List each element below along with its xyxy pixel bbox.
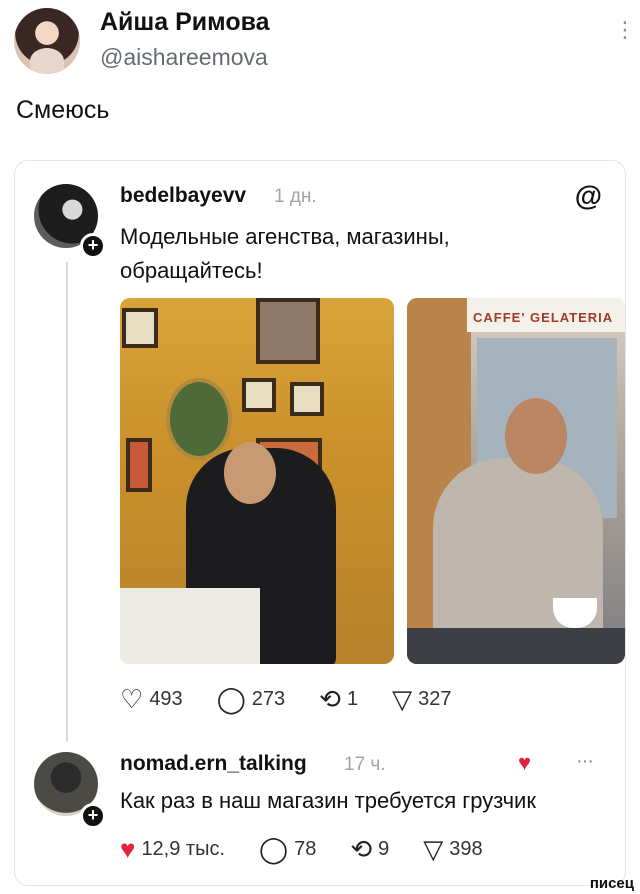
follow-plus-icon[interactable]: + (80, 803, 106, 829)
author-handle[interactable]: @aishareemova (100, 44, 268, 71)
follow-plus-icon[interactable]: + (80, 233, 106, 259)
author-liked-heart-icon: ♥ (518, 750, 532, 775)
reply-text: Как раз в наш магазин требуется грузчик (120, 788, 536, 813)
man-head (224, 442, 276, 504)
quoted-post-text: Модельные агенства, магазины, обращайтес… (120, 224, 450, 283)
wall-frame (126, 438, 152, 492)
man-head (505, 398, 567, 474)
threads-logo-icon: @ (574, 180, 602, 211)
reply-actions: ♥ 12,9 тыс. ◯ 78 ⟲ 9 ▽ 398 (120, 836, 517, 862)
reply-timestamp: 17 ч. (344, 754, 386, 775)
reply-more-options-icon[interactable]: ··· (576, 750, 594, 773)
share-count: 327 (418, 687, 452, 710)
comment-count: 273 (251, 687, 286, 710)
heart-filled-icon: ♥ (120, 834, 136, 864)
like-button[interactable]: ♡ 493 (120, 686, 183, 712)
more-options-icon[interactable]: ⋮ (614, 19, 636, 41)
share-button[interactable]: ▽ 398 (423, 836, 482, 862)
post-photo-restaurant[interactable] (120, 298, 394, 664)
wall-frame (290, 382, 324, 416)
share-icon: ▽ (423, 834, 444, 864)
cafe-sign: CAFFE' GELATERIA (467, 298, 625, 332)
post-photo-cafe[interactable]: CAFFE' GELATERIA (407, 298, 625, 664)
table (120, 588, 260, 664)
repost-button[interactable]: ⟲ 9 (350, 836, 389, 862)
repost-count: 9 (378, 837, 390, 860)
repost-button[interactable]: ⟲ 1 (319, 686, 358, 712)
like-count: 493 (149, 687, 183, 710)
comment-icon: ◯ (259, 834, 289, 864)
wall-frame (122, 308, 158, 348)
thread-line (66, 262, 68, 742)
author-name[interactable]: Айша Римова (100, 8, 270, 37)
watermark: писец (589, 875, 634, 892)
heart-icon: ♡ (120, 684, 144, 714)
like-count: 12,9 тыс. (141, 837, 226, 860)
share-icon: ▽ (392, 684, 413, 714)
table (407, 628, 625, 664)
author-avatar[interactable] (14, 8, 80, 74)
quoted-timestamp: 1 дн. (274, 186, 317, 207)
repost-icon: ⟲ (350, 834, 373, 864)
quoted-post-actions: ♡ 493 ◯ 273 ⟲ 1 ▽ 327 (120, 686, 485, 712)
wall-frame-oval (166, 378, 232, 460)
repost-icon: ⟲ (319, 684, 341, 714)
comment-button[interactable]: ◯ 78 (259, 836, 316, 862)
share-count: 398 (449, 837, 483, 860)
comment-icon: ◯ (216, 684, 246, 714)
comment-count: 78 (294, 837, 317, 860)
reply-username[interactable]: nomad.ern_talking (120, 752, 307, 776)
tweet-text: Смеюсь (16, 96, 110, 124)
like-button[interactable]: ♥ 12,9 тыс. (120, 836, 225, 862)
repost-count: 1 (346, 687, 359, 710)
quoted-username[interactable]: bedelbayevv (120, 184, 246, 208)
wall-frame (256, 298, 320, 364)
wall-frame (242, 378, 276, 412)
comment-button[interactable]: ◯ 273 (217, 686, 285, 712)
share-button[interactable]: ▽ 327 (392, 686, 451, 712)
